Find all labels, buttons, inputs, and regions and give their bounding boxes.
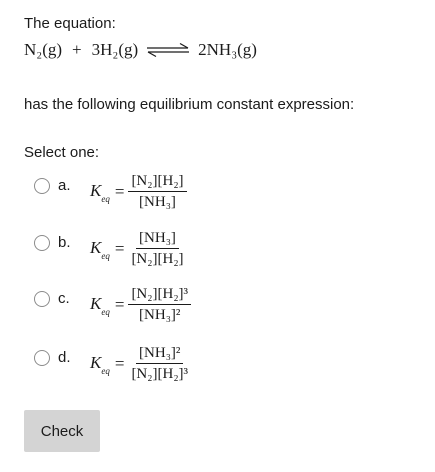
- denominator: [NH₃]²: [139, 307, 181, 323]
- numerator: [N₂][H₂]: [128, 172, 187, 192]
- denominator: [N₂][H₂]: [131, 251, 184, 267]
- fraction: [N₂][H₂] [NH₃]: [128, 172, 187, 211]
- equals-sign: =: [114, 294, 125, 314]
- reactant-n2: N₂(g): [24, 40, 63, 59]
- radio-option-c[interactable]: [34, 291, 50, 307]
- question-intro: The equation:: [24, 15, 116, 32]
- fraction: [N₂][H₂]³ [NH₃]²: [128, 285, 192, 324]
- check-button[interactable]: Check: [24, 410, 100, 452]
- fraction: [NH₃]² [N₂][H₂]³: [128, 344, 191, 383]
- option-letter: d.: [58, 349, 71, 366]
- equals-sign: =: [114, 353, 125, 373]
- option-letter: a.: [58, 177, 71, 194]
- reactant-h2: 3H₂(g): [91, 40, 139, 59]
- radio-option-d[interactable]: [34, 350, 50, 366]
- keq-expression-d: Keq = [NH₃]² [N₂][H₂]³: [90, 344, 191, 383]
- numerator: [N₂][H₂]³: [128, 285, 192, 305]
- option-a[interactable]: a. Keq = [N₂][H₂] [NH₃]: [34, 173, 394, 234]
- keq-expression-a: Keq = [N₂][H₂] [NH₃]: [90, 172, 187, 211]
- option-letter: c.: [58, 290, 70, 307]
- k-symbol: Keq: [90, 237, 110, 262]
- plus-sign: +: [72, 40, 82, 59]
- equilibrium-arrows-icon: [146, 42, 190, 58]
- equals-sign: =: [114, 238, 125, 258]
- denominator: [N₂][H₂]³: [131, 366, 189, 382]
- option-c[interactable]: c. Keq = [N₂][H₂]³ [NH₃]²: [34, 286, 394, 347]
- chemical-equation: N₂(g) + 3H₂(g) 2NH₃(g): [24, 40, 257, 60]
- option-b[interactable]: b. Keq = [NH₃] [N₂][H₂]: [34, 230, 394, 291]
- equals-sign: =: [114, 181, 125, 201]
- keq-expression-b: Keq = [NH₃] [N₂][H₂]: [90, 229, 187, 268]
- k-symbol: Keq: [90, 352, 110, 377]
- select-one-label: Select one:: [24, 144, 100, 161]
- question-prompt: has the following equilibrium constant e…: [24, 96, 355, 113]
- k-symbol: Keq: [90, 180, 110, 205]
- product-nh3: 2NH₃(g): [198, 40, 257, 59]
- k-symbol: Keq: [90, 293, 110, 318]
- option-letter: b.: [58, 234, 71, 251]
- keq-expression-c: Keq = [N₂][H₂]³ [NH₃]²: [90, 285, 192, 324]
- option-d[interactable]: d. Keq = [NH₃]² [N₂][H₂]³: [34, 345, 394, 406]
- radio-option-a[interactable]: [34, 178, 50, 194]
- numerator: [NH₃]: [136, 229, 179, 249]
- numerator: [NH₃]²: [136, 344, 184, 364]
- fraction: [NH₃] [N₂][H₂]: [128, 229, 186, 268]
- denominator: [NH₃]: [139, 194, 176, 210]
- question-panel: The equation: N₂(g) + 3H₂(g) 2NH₃(g) has…: [0, 0, 435, 472]
- radio-option-b[interactable]: [34, 235, 50, 251]
